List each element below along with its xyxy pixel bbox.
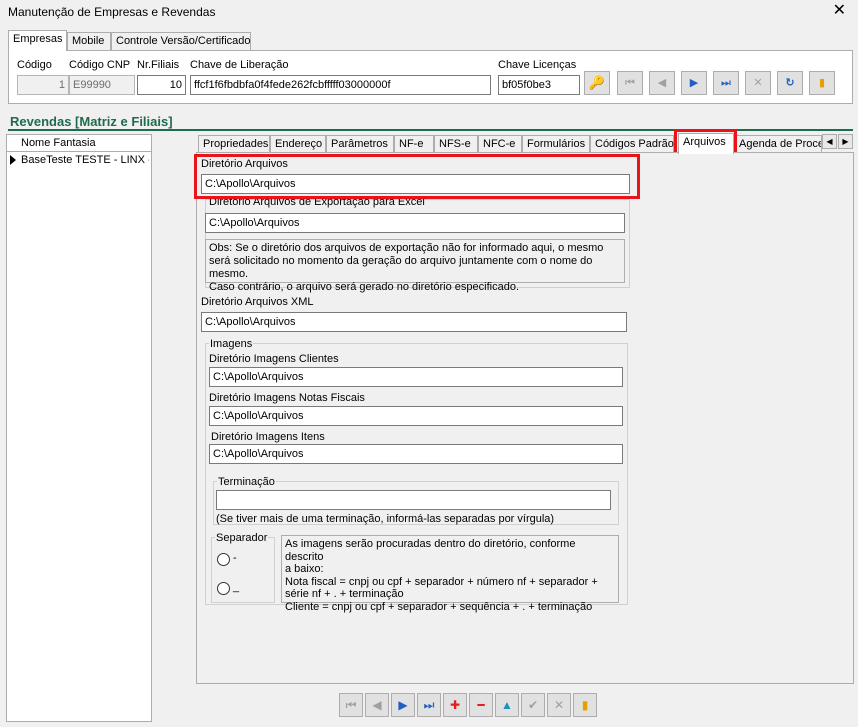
last-record-button[interactable]: ⏭	[713, 71, 739, 95]
imagens-label: Imagens	[209, 338, 254, 350]
cancel-button[interactable]: ✕	[745, 71, 771, 95]
tab-arquivos[interactable]: Arquivos	[678, 133, 734, 154]
info-line: Nota fiscal = cnpj ou cpf + separador + …	[285, 575, 598, 588]
separador-underscore-radio[interactable]	[217, 582, 230, 595]
chave-licencas-field[interactable]: bf05f0be3	[498, 75, 580, 95]
refresh-button[interactable]: ↻	[777, 71, 803, 95]
bottom-prev-button[interactable]: ◀	[365, 693, 389, 717]
dir-export-field[interactable]: C:\Apollo\Arquivos	[205, 213, 625, 233]
terminacao-field[interactable]	[216, 490, 611, 510]
window-title: Manutenção de Empresas e Revendas	[8, 5, 216, 19]
chave-liberacao-field[interactable]: ffcf1f6fbdbfa0f4fede262fcbfffff03000000f	[190, 75, 491, 95]
dir-xml-label: Diretório Arquivos XML	[201, 296, 314, 308]
separador-hifen-label: -	[233, 552, 237, 564]
revendas-grid: Nome Fantasia BaseTeste TESTE - LINX - F	[6, 134, 152, 722]
grid-header: Nome Fantasia	[7, 135, 151, 152]
bottom-cancel-button[interactable]: ✕	[547, 693, 571, 717]
obs-line: será solicitado no momento da geração do…	[209, 255, 593, 280]
img-clientes-field[interactable]: C:\Apollo\Arquivos	[209, 367, 623, 387]
dir-xml-field[interactable]: C:\Apollo\Arquivos	[201, 312, 627, 332]
tab-scroll-left-icon[interactable]: ◀	[822, 134, 837, 149]
close-icon[interactable]: ✕	[833, 2, 846, 20]
bottom-last-button[interactable]: ⏭	[417, 693, 441, 717]
info-line: As imagens serão procuradas dentro do di…	[285, 538, 576, 563]
chave-licencas-label: Chave Licenças	[498, 59, 577, 71]
codigo-label: Código	[17, 59, 52, 71]
info-line: série nf + . + terminação	[285, 588, 404, 600]
img-itens-field[interactable]: C:\Apollo\Arquivos	[209, 444, 623, 464]
nr-filiais-label: Nr.Filiais	[137, 59, 180, 71]
tab-empresas[interactable]: Empresas	[8, 30, 67, 51]
obs-text-box: Obs: Se o diretório dos arquivos de expo…	[205, 239, 625, 293]
grid-header-nome-fantasia: Nome Fantasia	[21, 137, 96, 149]
imagens-info-box: As imagens serão procuradas dentro do di…	[281, 535, 619, 613]
key-icon[interactable]: 🔑	[584, 71, 610, 95]
chave-liberacao-label: Chave de Liberação	[190, 59, 289, 71]
exit-button[interactable]: ▮	[809, 71, 835, 95]
img-itens-label: Diretório Imagens Itens	[211, 431, 325, 443]
img-clientes-label: Diretório Imagens Clientes	[209, 353, 339, 365]
highlight-dir-arquivos	[194, 154, 640, 199]
bottom-remove-button[interactable]: ━	[469, 693, 493, 717]
bottom-add-button[interactable]: ✚	[443, 693, 467, 717]
arquivos-tab-panel: Diretório Arquivos C:\Apollo\Arquivos Di…	[196, 152, 854, 684]
revendas-section-title: Revendas [Matriz e Filiais]	[10, 114, 173, 129]
separador-underscore-label: _	[233, 581, 240, 593]
bottom-confirm-button[interactable]: ✔	[521, 693, 545, 717]
info-line: a baixo:	[285, 563, 324, 575]
img-notas-label: Diretório Imagens Notas Fiscais	[209, 392, 365, 404]
table-row[interactable]: BaseTeste TESTE - LINX - F	[7, 152, 151, 169]
first-record-button[interactable]: ⏮	[617, 71, 643, 95]
prev-record-button[interactable]: ◀	[649, 71, 675, 95]
obs-line: Caso contrário, o arquivo será gerado no…	[209, 281, 520, 293]
terminacao-label: Terminação	[217, 476, 276, 488]
codigo-field[interactable]: 1	[17, 75, 69, 95]
tab-controle-versao[interactable]: Controle Versão/Certificado	[111, 32, 251, 51]
row-indicator-icon	[10, 155, 16, 165]
empresa-header-panel: Código 1 Código CNP E99990 Nr.Filiais 10…	[8, 50, 853, 104]
next-record-button[interactable]: ▶	[681, 71, 707, 95]
tab-mobile[interactable]: Mobile	[67, 32, 111, 51]
tab-scroll-right-icon[interactable]: ▶	[838, 134, 853, 149]
separador-label: Separador	[215, 532, 269, 544]
codigo-cnp-label: Código CNP	[69, 59, 131, 71]
grid-cell-nome: BaseTeste TESTE - LINX - F	[21, 154, 149, 166]
img-notas-field[interactable]: C:\Apollo\Arquivos	[209, 406, 623, 426]
nr-filiais-field[interactable]: 10	[137, 75, 186, 95]
info-line: Cliente = cnpj ou cpf + separador + sequ…	[285, 600, 593, 613]
bottom-exit-button[interactable]: ▮	[573, 693, 597, 717]
obs-line: Obs: Se o diretório dos arquivos de expo…	[209, 242, 604, 254]
bottom-first-button[interactable]: ⏮	[339, 693, 363, 717]
separador-hifen-radio[interactable]	[217, 553, 230, 566]
terminacao-hint: (Se tiver mais de uma terminação, inform…	[216, 513, 555, 525]
bottom-next-button[interactable]: ▶	[391, 693, 415, 717]
bottom-up-button[interactable]: ▲	[495, 693, 519, 717]
codigo-cnp-field[interactable]: E99990	[69, 75, 135, 95]
